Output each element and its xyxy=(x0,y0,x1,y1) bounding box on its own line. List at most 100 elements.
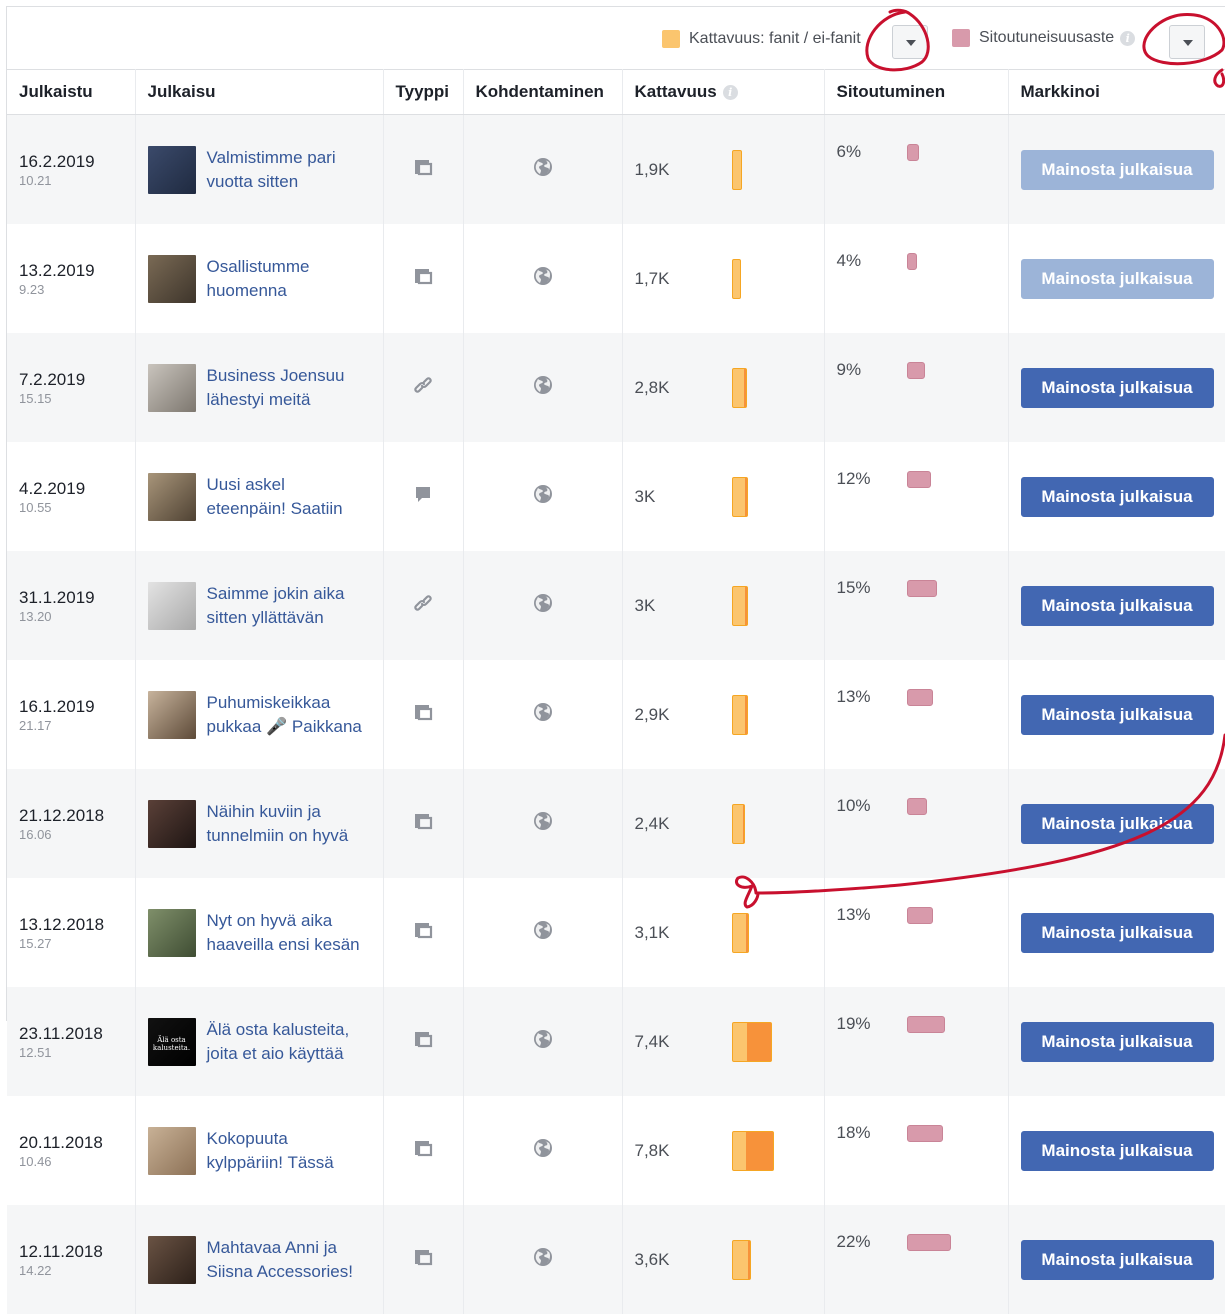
info-icon[interactable]: i xyxy=(1120,30,1136,46)
cell-promote: Mainosta julkaisua xyxy=(1008,333,1225,442)
globe-icon xyxy=(533,812,552,830)
table-row[interactable]: 31.1.2019 13.20 Saimme jokin aika sitten… xyxy=(7,551,1225,660)
post-date: 21.12.2018 xyxy=(19,805,105,825)
post-title-link[interactable]: Valmistimme pari vuotta sitten xyxy=(207,146,336,194)
boost-post-button[interactable]: Mainosta julkaisua xyxy=(1020,1239,1214,1280)
post-title-link[interactable]: Mahtavaa Anni ja Siisna Accessories! xyxy=(207,1236,353,1284)
reach-bar[interactable] xyxy=(731,1239,751,1280)
boost-post-button[interactable]: Mainosta julkaisua xyxy=(1020,149,1214,190)
boost-post-button[interactable]: Mainosta julkaisua xyxy=(1020,1130,1214,1171)
post-title-link[interactable]: Nyt on hyvä aika haaveilla ensi kesän xyxy=(207,909,360,957)
info-icon[interactable]: i xyxy=(722,85,738,101)
column-header-engagement[interactable]: Sitoutuminen xyxy=(824,69,1009,115)
engagement-bar[interactable] xyxy=(906,143,919,161)
reach-bar[interactable] xyxy=(731,149,742,190)
table-row[interactable]: 16.1.2019 21.17 Puhumiskeikkaa pukkaa 🎤 … xyxy=(7,660,1225,769)
post-thumbnail[interactable] xyxy=(147,145,196,194)
table-row[interactable]: 21.12.2018 16.06 Näihin kuviin ja tunnel… xyxy=(7,769,1225,878)
post-title-line2: pukkaa 🎤 Paikkana xyxy=(206,716,362,736)
post-title-link[interactable]: Kokopuuta kylppäriin! Tässä xyxy=(207,1127,334,1175)
reach-dropdown-button[interactable] xyxy=(892,25,928,59)
post-title-link[interactable]: Uusi askel eteenpäin! Saatiin xyxy=(207,473,343,521)
table-row[interactable]: 12.11.2018 14.22 Mahtavaa Anni ja Siisna… xyxy=(7,1205,1225,1314)
boost-post-button[interactable]: Mainosta julkaisua xyxy=(1020,585,1214,626)
cell-published: 20.11.2018 10.46 xyxy=(7,1096,136,1205)
post-title-link[interactable]: Älä osta kalusteita, joita et aio käyttä… xyxy=(207,1018,350,1066)
engagement-bar[interactable] xyxy=(906,579,937,597)
reach-bar[interactable] xyxy=(731,367,747,408)
cell-post: Nyt on hyvä aika haaveilla ensi kesän xyxy=(135,878,384,987)
table-row[interactable]: 16.2.2019 10.21 Valmistimme pari vuotta … xyxy=(7,114,1225,224)
post-title-link[interactable]: Saimme jokin aika sitten yllättävän xyxy=(207,582,345,630)
engagement-bar[interactable] xyxy=(906,797,927,815)
post-thumbnail[interactable]: Älä osta kalusteita. xyxy=(147,1017,196,1066)
reach-value: 3K xyxy=(634,486,656,506)
table-row[interactable]: 7.2.2019 15.15 Business Joensuu lähestyi… xyxy=(7,333,1225,442)
post-title-link[interactable]: Puhumiskeikkaa pukkaa 🎤 Paikkana xyxy=(207,691,362,739)
engagement-bar[interactable] xyxy=(906,1233,951,1251)
table-row[interactable]: 13.2.2019 9.23 Osallistumme huomenna 1,7… xyxy=(7,224,1225,333)
post-thumbnail[interactable] xyxy=(147,472,196,521)
post-thumbnail[interactable] xyxy=(147,581,196,630)
engagement-bar[interactable] xyxy=(906,906,933,924)
column-header-targeting[interactable]: Kohdentaminen xyxy=(463,69,623,115)
legend-reach-label: Kattavuus: fanit / ei-fanit xyxy=(689,30,861,47)
table-row[interactable]: 4.2.2019 10.55 Uusi askel eteenpäin! Saa… xyxy=(7,442,1225,551)
post-thumbnail[interactable] xyxy=(147,1235,196,1284)
engagement-bar[interactable] xyxy=(906,688,933,706)
reach-bar[interactable] xyxy=(731,912,749,953)
post-thumbnail[interactable] xyxy=(147,363,196,412)
engagement-bar[interactable] xyxy=(906,470,931,488)
album-icon xyxy=(413,269,433,290)
boost-post-button[interactable]: Mainosta julkaisua xyxy=(1020,912,1214,953)
reach-bar[interactable] xyxy=(731,1130,774,1171)
engagement-dropdown-button[interactable] xyxy=(1169,25,1205,59)
globe-icon xyxy=(533,485,552,503)
post-thumbnail[interactable] xyxy=(147,254,196,303)
boost-post-button[interactable]: Mainosta julkaisua xyxy=(1020,694,1214,735)
boost-post-button[interactable]: Mainosta julkaisua xyxy=(1020,258,1214,299)
post-title-line1: Valmistimme pari xyxy=(206,147,336,167)
reach-value: 7,4K xyxy=(634,1031,670,1051)
reach-bar[interactable] xyxy=(731,694,748,735)
cell-reach: 2,8K xyxy=(622,333,825,442)
reach-bar[interactable] xyxy=(731,476,748,517)
post-thumbnail[interactable] xyxy=(147,690,196,739)
engagement-bar[interactable] xyxy=(906,1015,945,1033)
table-row[interactable]: 20.11.2018 10.46 Kokopuuta kylppäriin! T… xyxy=(7,1096,1225,1205)
cell-promote: Mainosta julkaisua xyxy=(1008,224,1225,333)
cell-published: 7.2.2019 15.15 xyxy=(7,333,136,442)
post-title-link[interactable]: Näihin kuviin ja tunnelmiin on hyvä xyxy=(207,800,349,848)
column-header-post[interactable]: Julkaisu xyxy=(135,69,384,115)
reach-bar[interactable] xyxy=(731,1021,772,1062)
cell-published: 31.1.2019 13.20 xyxy=(7,551,136,660)
post-title-link[interactable]: Osallistumme huomenna xyxy=(207,255,310,303)
engagement-bar[interactable] xyxy=(906,252,917,270)
cell-targeting xyxy=(463,1205,623,1314)
table-row[interactable]: 13.12.2018 15.27 Nyt on hyvä aika haavei… xyxy=(7,878,1225,987)
boost-post-button[interactable]: Mainosta julkaisua xyxy=(1020,803,1214,844)
engagement-bar[interactable] xyxy=(906,1124,943,1142)
cell-engagement: 13% xyxy=(824,878,1009,987)
column-header-published[interactable]: Julkaistu xyxy=(7,69,136,115)
column-header-type[interactable]: Tyyppi xyxy=(383,69,464,115)
post-thumbnail[interactable] xyxy=(147,1126,196,1175)
boost-post-button[interactable]: Mainosta julkaisua xyxy=(1020,476,1214,517)
post-title-link[interactable]: Business Joensuu lähestyi meitä xyxy=(207,364,345,412)
engagement-bar[interactable] xyxy=(906,361,925,379)
reach-bar[interactable] xyxy=(731,258,741,299)
cell-post: Näihin kuviin ja tunnelmiin on hyvä xyxy=(135,769,384,878)
reach-value: 2,8K xyxy=(634,377,670,397)
column-header-reach[interactable]: Kattavuus i xyxy=(622,69,825,115)
reach-bar[interactable] xyxy=(731,803,745,844)
reach-bar-fans xyxy=(742,804,744,843)
boost-post-button[interactable]: Mainosta julkaisua xyxy=(1020,367,1214,408)
boost-post-button[interactable]: Mainosta julkaisua xyxy=(1020,1021,1214,1062)
reach-bar[interactable] xyxy=(731,585,748,626)
post-time: 14.22 xyxy=(19,1262,52,1278)
globe-icon xyxy=(533,921,552,939)
post-thumbnail[interactable] xyxy=(147,799,196,848)
table-row[interactable]: 23.11.2018 12.51 Älä osta kalusteita. Äl… xyxy=(7,987,1225,1096)
cell-published: 4.2.2019 10.55 xyxy=(7,442,136,551)
post-thumbnail[interactable] xyxy=(147,908,196,957)
